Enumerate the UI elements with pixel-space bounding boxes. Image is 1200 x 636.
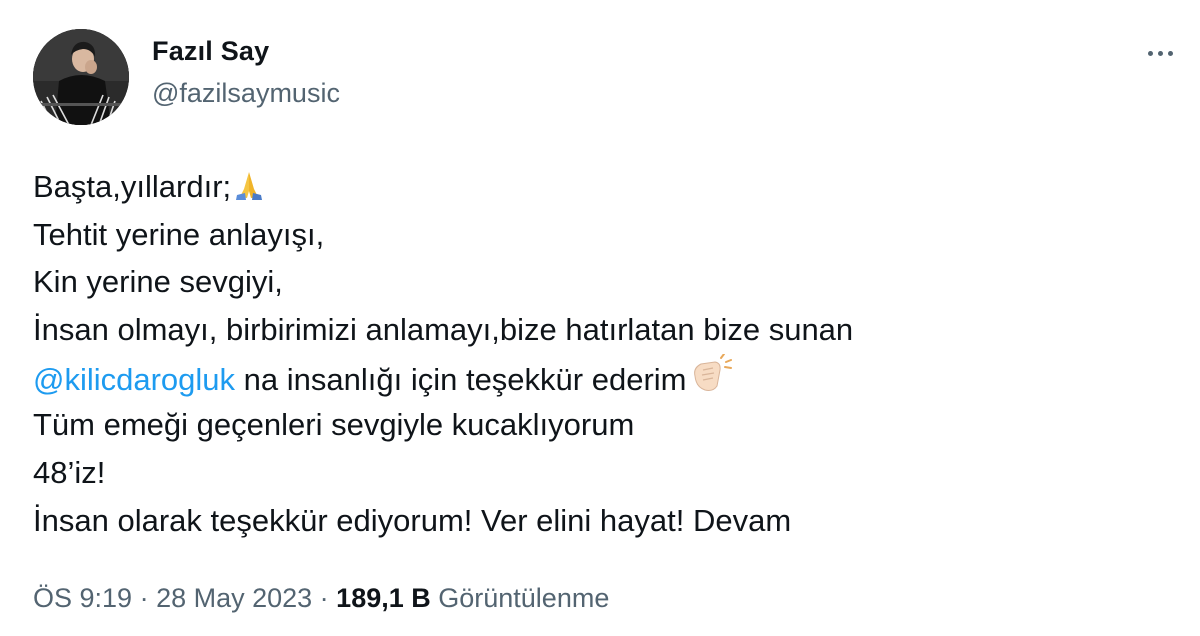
tweet-line-text: Tehtit yerine anlayışı, bbox=[33, 216, 325, 252]
tweet-line: 48’iz! bbox=[33, 449, 1163, 497]
folded-hands-emoji bbox=[232, 167, 266, 215]
tweet-line: @kilicdarogluk na insanlığı için teşekkü… bbox=[33, 352, 1163, 402]
tweet-date[interactable]: 28 May 2023 bbox=[156, 583, 312, 613]
tweet-line-text: İnsan olarak teşekkür ediyorum! Ver elin… bbox=[33, 502, 792, 538]
views-label: Görüntülenme bbox=[430, 583, 610, 613]
clapping-hands-emoji bbox=[687, 352, 733, 408]
views-link[interactable]: 189,1 B Görüntülenme bbox=[336, 583, 609, 613]
tweet-line: Başta,yıllardır; bbox=[33, 163, 1163, 211]
tweet-metadata: ÖS 9:19 · 28 May 2023 · 189,1 B Görüntül… bbox=[33, 583, 609, 614]
tweet-line: Kin yerine sevgiyi, bbox=[33, 258, 1163, 306]
tweet-card: Fazıl Say @fazilsaymusic Başta,yıllardır… bbox=[0, 0, 1200, 636]
tweet-time[interactable]: ÖS 9:19 bbox=[33, 583, 132, 613]
tweet-line: İnsan olmayı, birbirimizi anlamayı,bize … bbox=[33, 306, 1163, 354]
meta-separator: · bbox=[132, 583, 157, 613]
profile-photo-icon bbox=[33, 29, 129, 125]
mention-link[interactable]: @kilicdarogluk bbox=[33, 362, 235, 397]
tweet-line-text: Kin yerine sevgiyi, bbox=[33, 264, 283, 300]
tweet-text: Başta,yıllardır; Tehtit yerine anlayışı,… bbox=[33, 163, 1163, 545]
tweet-line: Tüm emeği geçenleri sevgiyle kucaklıyoru… bbox=[33, 401, 1163, 449]
views-count: 189,1 B bbox=[336, 583, 431, 613]
tweet-line-text: na insanlığı için teşekkür ederim bbox=[235, 361, 687, 397]
author-handle[interactable]: @fazilsaymusic bbox=[152, 78, 340, 109]
tweet-line-text: Başta,yıllardır; bbox=[33, 169, 232, 204]
author-display-name[interactable]: Fazıl Say bbox=[152, 36, 269, 67]
tweet-line: İnsan olarak teşekkür ediyorum! Ver elin… bbox=[33, 497, 1163, 545]
tweet-line-text: İnsan olmayı, birbirimizi anlamayı,bize … bbox=[33, 312, 854, 348]
meta-separator: · bbox=[312, 583, 337, 613]
tweet-line: Tehtit yerine anlayışı, bbox=[33, 211, 1163, 259]
more-horizontal-icon bbox=[1147, 50, 1153, 56]
avatar[interactable] bbox=[33, 29, 129, 125]
tweet-line-text: 48’iz! bbox=[33, 455, 106, 491]
tweet-line-text: Tüm emeği geçenleri sevgiyle kucaklıyoru… bbox=[33, 407, 635, 443]
more-options-button[interactable] bbox=[1140, 38, 1180, 68]
